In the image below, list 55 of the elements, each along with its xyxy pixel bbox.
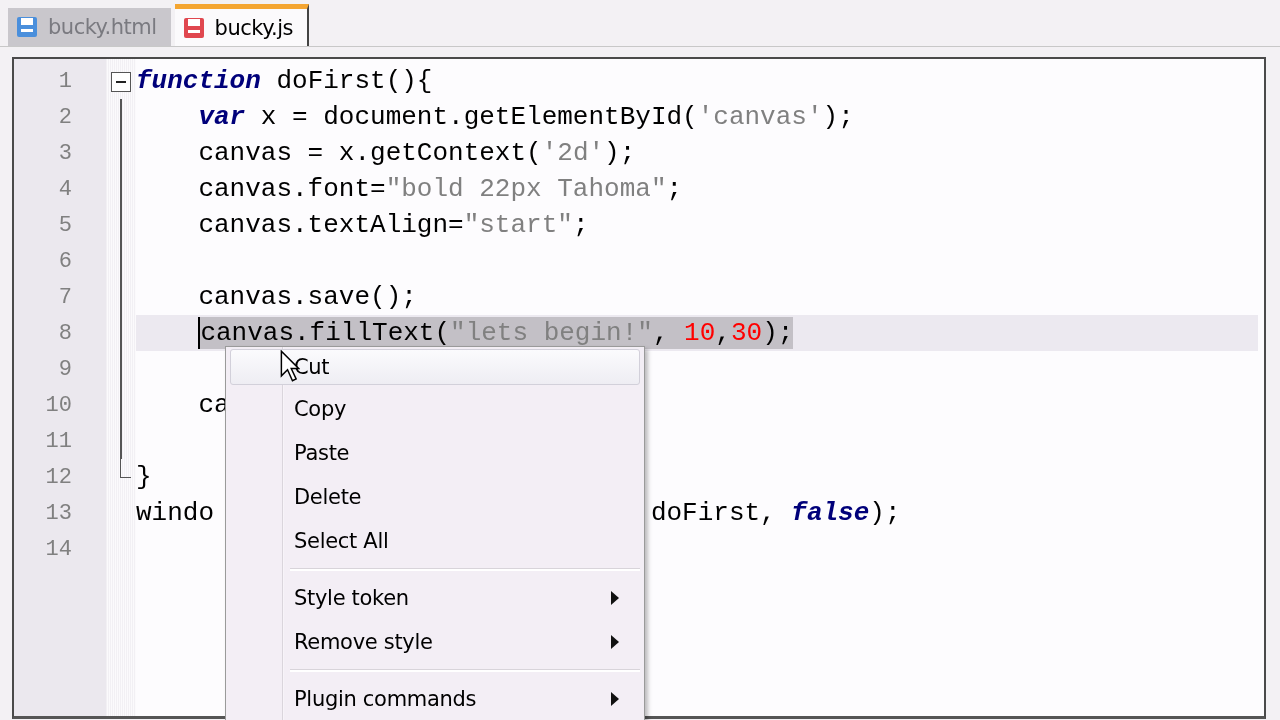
line-number: 3 xyxy=(57,140,73,166)
code-token: canvas.font= xyxy=(198,174,386,204)
file-tab[interactable]: bucky.js xyxy=(174,4,310,46)
code-token: x = document.getElementById( xyxy=(259,102,698,132)
code-token: 30 xyxy=(730,318,763,348)
line-number: 4 xyxy=(57,176,73,202)
line-number: 2 xyxy=(57,104,73,130)
line-number: 10 xyxy=(44,392,73,418)
menu-item[interactable]: Remove style xyxy=(230,620,640,664)
line-number: 14 xyxy=(44,536,73,562)
code-token: } xyxy=(136,462,152,492)
code-token: ); xyxy=(762,318,794,348)
code-token: 'canvas' xyxy=(697,102,823,132)
submenu-arrow-icon xyxy=(611,591,619,605)
code-token: canvas.textAlign= xyxy=(198,210,464,240)
menu-item[interactable]: Plugin commands xyxy=(230,677,640,720)
line-number: 6 xyxy=(57,248,73,274)
code-token: doFirst(){ xyxy=(275,66,433,96)
code-token: function xyxy=(136,66,261,96)
code-token: "start" xyxy=(463,210,573,240)
line-number: 13 xyxy=(44,500,73,526)
code-token: false xyxy=(791,498,870,528)
code-token: canvas.fillText( xyxy=(200,318,451,348)
line-number: 12 xyxy=(44,464,73,490)
menu-item[interactable]: Delete xyxy=(230,475,640,519)
code-token: canvas.save(); xyxy=(198,282,417,312)
fold-collapse-icon[interactable] xyxy=(111,72,131,92)
line-number: 7 xyxy=(57,284,73,310)
line-number: 9 xyxy=(57,356,73,382)
menu-item[interactable]: Cut xyxy=(230,349,640,385)
line-number: 11 xyxy=(44,428,73,454)
code-token: ; xyxy=(666,174,683,204)
code-token: doFirst, xyxy=(650,498,777,528)
code-token: ); xyxy=(822,102,854,132)
line-number: 8 xyxy=(57,320,73,346)
menu-item[interactable]: Select All xyxy=(230,519,640,563)
code-token: , xyxy=(715,318,731,348)
code-token: ; xyxy=(572,210,589,240)
menu-item[interactable]: Style token xyxy=(230,576,640,620)
code-token: '2d' xyxy=(541,138,605,168)
submenu-arrow-icon xyxy=(611,635,619,649)
code-token: ); xyxy=(869,498,901,528)
code-token: ); xyxy=(604,138,636,168)
code-token: var xyxy=(198,102,246,132)
code-token: windo xyxy=(136,498,214,528)
code-token: "lets begin!" xyxy=(450,318,653,348)
code-token: "bold 22px Tahoma" xyxy=(385,174,667,204)
code-token: canvas = x.getContext( xyxy=(198,138,542,168)
code-token: 10 xyxy=(684,318,716,348)
submenu-arrow-icon xyxy=(611,692,619,706)
menu-item[interactable]: Paste xyxy=(230,431,640,475)
menu-item[interactable]: Copy xyxy=(230,387,640,431)
line-number: 5 xyxy=(57,212,73,238)
line-number: 1 xyxy=(57,68,73,94)
code-token: , xyxy=(652,318,670,348)
